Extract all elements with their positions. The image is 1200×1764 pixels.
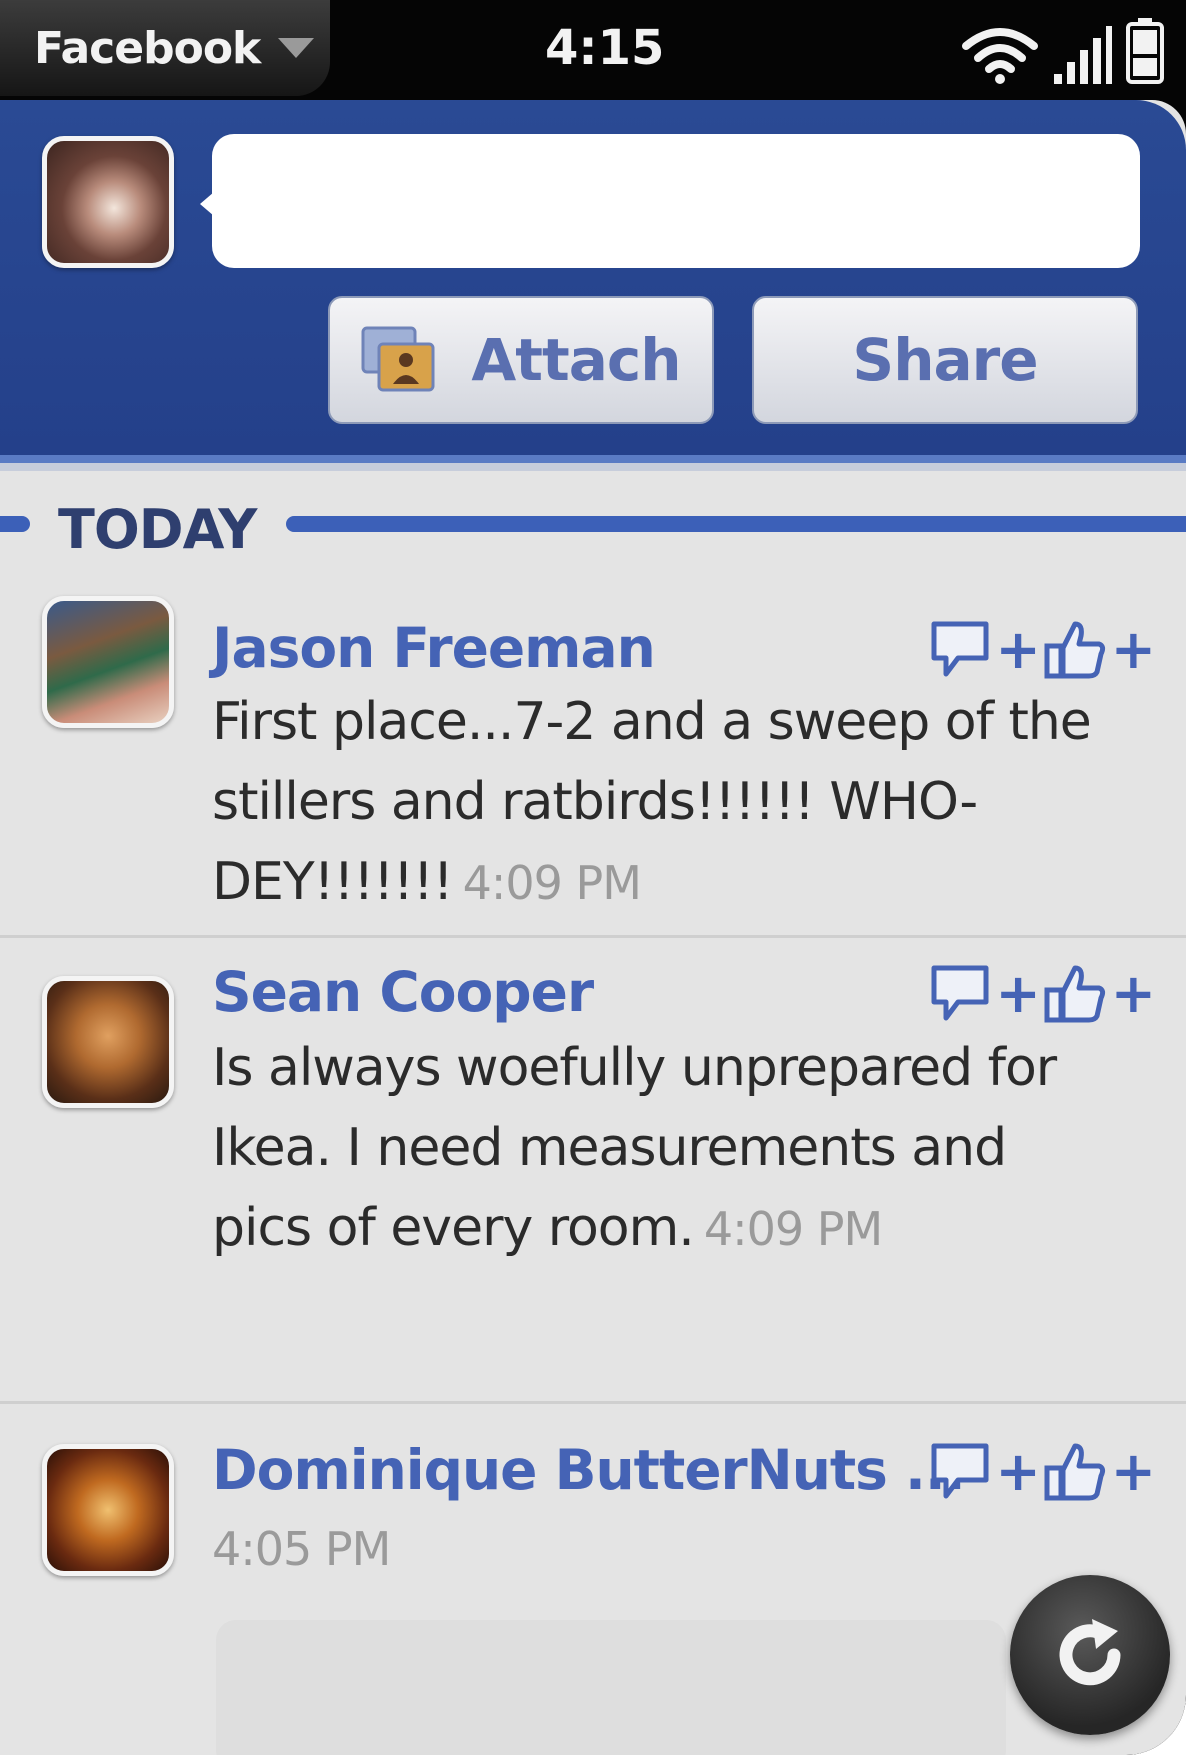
- add-comment-icon[interactable]: +: [996, 623, 1041, 677]
- link-attachment-card[interactable]: [216, 1620, 1006, 1755]
- refresh-button[interactable]: [1010, 1575, 1170, 1735]
- clock: 4:15: [545, 20, 665, 76]
- poster-name[interactable]: Jason Freeman: [212, 616, 656, 680]
- status-composer: Attach Share: [0, 100, 1186, 455]
- my-avatar: [42, 136, 174, 268]
- comment-icon[interactable]: [928, 618, 994, 682]
- section-rule-right: [286, 516, 1186, 532]
- add-like-icon[interactable]: +: [1111, 1445, 1156, 1499]
- comment-icon[interactable]: [928, 1440, 994, 1504]
- comment-icon[interactable]: [928, 962, 994, 1026]
- attach-label: Attach: [471, 326, 681, 394]
- post-actions: + +: [928, 962, 1159, 1026]
- post-body: First place...7-2 and a sweep of the sti…: [212, 692, 1092, 912]
- post-timestamp: 4:09 PM: [462, 856, 642, 910]
- app-menu-label: Facebook: [34, 22, 261, 74]
- app-screen: Attach Share TODAY Jason Freeman + + Fir…: [0, 100, 1186, 1755]
- post-timestamp: 4:05 PM: [212, 1522, 391, 1576]
- feed-item[interactable]: Sean Cooper + + Is always woefully unpre…: [0, 938, 1186, 1404]
- status-bar: Facebook 4:15: [0, 0, 1186, 100]
- chevron-down-icon: [278, 38, 315, 58]
- wifi-icon: [962, 28, 1038, 84]
- feed-item[interactable]: Jason Freeman + + First place...7-2 and …: [0, 558, 1186, 938]
- add-comment-icon[interactable]: +: [996, 1445, 1041, 1499]
- add-comment-icon[interactable]: +: [996, 967, 1041, 1021]
- post-actions: + +: [928, 1440, 1159, 1504]
- device-frame: Facebook 4:15 Attach Share TODAY Jason F…: [0, 0, 1186, 1755]
- poster-avatar[interactable]: [42, 1444, 174, 1576]
- share-button[interactable]: Share: [752, 296, 1138, 424]
- post-actions: + +: [928, 618, 1159, 682]
- status-input[interactable]: [212, 134, 1140, 268]
- refresh-icon: [1059, 1619, 1121, 1686]
- status-icons: [962, 18, 1164, 84]
- like-thumb-icon[interactable]: [1043, 1440, 1109, 1504]
- section-rule-left: [0, 516, 30, 532]
- post-body: Is always woefully unprepared for Ikea. …: [212, 1038, 1057, 1258]
- poster-avatar[interactable]: [42, 596, 174, 728]
- app-menu-button[interactable]: Facebook: [0, 0, 330, 96]
- poster-name[interactable]: Sean Cooper: [212, 960, 594, 1024]
- attach-button[interactable]: Attach: [328, 296, 714, 424]
- post-text: 4:05 PM: [212, 1508, 1112, 1589]
- post-text: First place...7-2 and a sweep of the sti…: [212, 682, 1112, 923]
- composer-divider-shadow: [0, 463, 1186, 471]
- section-label: TODAY: [58, 498, 257, 561]
- poster-name[interactable]: Dominique ButterNuts ...: [212, 1438, 966, 1502]
- post-timestamp: 4:09 PM: [703, 1202, 883, 1256]
- battery-icon: [1126, 18, 1164, 84]
- add-like-icon[interactable]: +: [1111, 967, 1156, 1021]
- signal-strength-icon: [1054, 26, 1112, 84]
- composer-divider: [0, 455, 1186, 463]
- attach-photo-icon: [361, 326, 437, 394]
- post-text: Is always woefully unprepared for Ikea. …: [212, 1028, 1112, 1269]
- share-label: Share: [852, 326, 1038, 394]
- like-thumb-icon[interactable]: [1043, 962, 1109, 1026]
- like-thumb-icon[interactable]: [1043, 618, 1109, 682]
- add-like-icon[interactable]: +: [1111, 623, 1156, 677]
- poster-avatar[interactable]: [42, 976, 174, 1108]
